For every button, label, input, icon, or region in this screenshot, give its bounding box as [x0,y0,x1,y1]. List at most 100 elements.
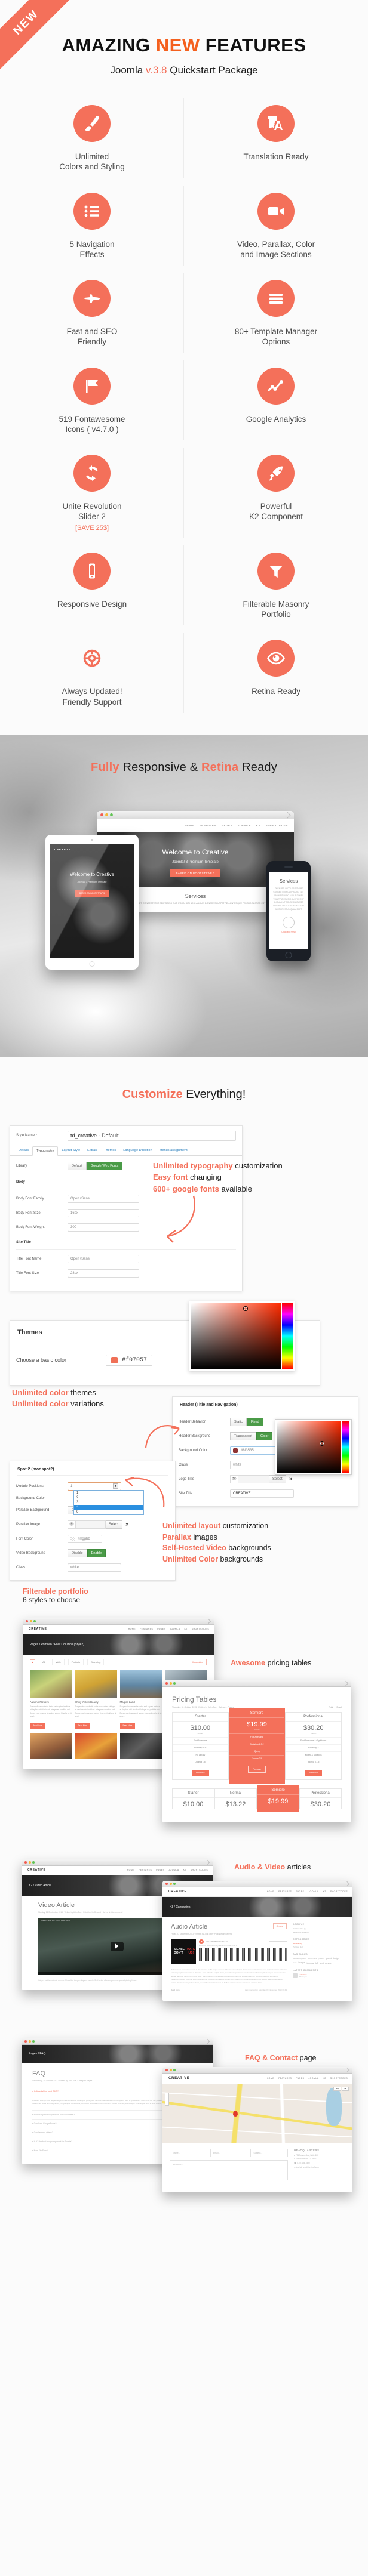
message-field[interactable]: Message... [170,2159,288,2180]
map[interactable]: Map Sat [162,2084,352,2143]
eye-icon[interactable]: 👁 [68,1520,76,1529]
nav-item[interactable]: PAGES [222,824,232,827]
nav-item[interactable]: FEATURES [140,1628,153,1630]
read-more-button[interactable]: Read More [119,1722,136,1729]
header-background-toggle[interactable]: Transparent Color [230,1432,273,1440]
nav-item[interactable]: JOOMLA [170,1628,180,1630]
feature-card[interactable]: Filterable Masonry Portfolio [184,542,368,630]
portfolio-item[interactable]: Magico Land Suspendisse molestie tortor … [119,1669,162,1729]
header-behavior-toggle[interactable]: Static Fixed [230,1417,263,1426]
title-font-size-input[interactable]: 28px [68,1269,139,1278]
nav-item[interactable]: SHORTCODES [330,2077,348,2080]
tab-details[interactable]: Details [15,1146,32,1155]
tag[interactable]: environment [308,1957,317,1960]
map-zoom-controls[interactable] [165,2092,169,2106]
feature-card[interactable]: Unite Revolution Slider 2 [SAVE 25$] [0,444,184,542]
map-type-controls[interactable]: Map Sat [333,2086,349,2091]
tablet-cta-button[interactable]: BASED ON BOOTSTRAP 3 [74,889,110,897]
header-behavior-static[interactable]: Static [230,1417,247,1426]
logo-title-media[interactable]: 👁 Select ✕ [230,1474,296,1483]
eye-icon[interactable]: 👁 [230,1474,238,1483]
home-button-icon[interactable] [285,951,292,958]
nav-item[interactable]: HOME [128,1628,136,1630]
nav-item[interactable]: SHORTCODES [266,824,288,827]
email-action[interactable]: Email [337,1706,342,1708]
tab-layout-style[interactable]: Layout Style [58,1146,84,1155]
sidebar-item[interactable]: September 2013 (6) [293,1931,344,1933]
hue-slider[interactable] [282,1303,293,1369]
tab-themes[interactable]: Themes [100,1146,119,1155]
nav-item[interactable]: JOOMLA [308,2077,318,2080]
filter-web[interactable]: Web [52,1658,65,1665]
subject-field[interactable]: Subject... [250,2148,289,2157]
module-positions-dropdown[interactable]: 1 2 3 4 6 [73,1489,144,1515]
chevron-down-icon[interactable]: ▼ [113,1483,118,1489]
feature-card[interactable]: 519 Fontawesome Icons ( v4.7.0 ) [0,357,184,445]
feature-card[interactable]: Unlimited Colors and Styling [0,94,184,182]
pricing-plan[interactable]: Professional $30.20 [299,1788,342,1809]
font-color-field[interactable]: #rrggbb [68,1534,102,1543]
purchase-button[interactable]: Purchase [247,1765,266,1773]
tag[interactable]: joomla [306,1961,314,1964]
sidebar-item[interactable]: Portfolio (12) [293,1946,344,1948]
nav-item[interactable]: K2 [185,1628,188,1630]
volume-slider[interactable] [269,1941,287,1942]
nav-item[interactable]: JOOMLA [238,824,251,827]
nav-item[interactable]: HOME [127,1869,134,1871]
read-more-link[interactable]: Read More [171,1989,180,1991]
play-button-icon[interactable] [111,1942,124,1951]
library-toggle[interactable]: Default Google Web Fonts [68,1161,123,1170]
pricing-plan-featured[interactable]: Semipro $19.99 /month Font Awesome Boots… [228,1708,286,1784]
pricing-plan[interactable]: Starter $10.00 [172,1788,214,1809]
parallax-select-button[interactable]: Select [106,1520,122,1529]
filter-portfolio[interactable]: Portfolio [68,1658,84,1665]
tag[interactable]: k2 [315,1961,318,1964]
nav-item[interactable]: FEATURES [278,2077,292,2080]
pricing-plan[interactable]: Normal $13.22 [214,1788,257,1809]
nav-item[interactable]: HOME [267,1890,274,1893]
email-field[interactable]: Email... [210,2148,248,2157]
clear-icon[interactable]: ✕ [286,1475,296,1483]
color-picker-popup-2[interactable] [275,1418,352,1475]
clear-icon[interactable]: ✕ [122,1520,132,1529]
nav-item[interactable]: HOME [267,2077,274,2080]
feature-card[interactable]: 5 Navigation Effects [0,182,184,270]
pricing-plan[interactable]: Professional $30.20 /month Font Awesome … [285,1711,342,1780]
option-1[interactable]: 1 [74,1491,143,1495]
feature-card[interactable]: Powerful K2 Component [184,444,368,542]
body-font-family-input[interactable]: Open+Sans [68,1194,139,1203]
tab-menus-assignment[interactable]: Menus assignment [156,1146,191,1155]
tag[interactable]: icons [293,1961,297,1964]
feature-card[interactable]: Responsive Design [0,542,184,630]
video-disable[interactable]: Disable [68,1548,87,1557]
picker-handle[interactable] [244,1306,247,1310]
nav-item[interactable]: K2 [323,2077,326,2080]
nav-item[interactable]: FEATURES [278,1890,292,1893]
tag[interactable]: images [299,1961,305,1964]
purchase-button[interactable]: Purchase [192,1769,209,1776]
nav-item[interactable]: K2 [323,1890,326,1893]
title-font-name-input[interactable]: Open+Sans [68,1254,139,1263]
color-picker-popup[interactable] [189,1300,295,1371]
feature-card[interactable]: Translation Ready [184,94,368,182]
nav-item[interactable]: PAGES [157,1628,165,1630]
nav-item[interactable]: FEATURES [200,824,216,827]
tab-language-direction[interactable]: Language Direction [119,1146,156,1155]
nav-item[interactable]: SHORTCODES [191,1869,208,1871]
tab-typography[interactable]: Typography [32,1146,59,1156]
sidebar-item[interactable]: October 2013 (1) [293,1927,344,1930]
style-name-input[interactable]: td_creative - Default [68,1130,236,1141]
audio-player[interactable]: PLEASE DON'T HATE US! Title: PLEASE DON'T… [171,1939,287,1964]
tab-extras[interactable]: Extras [84,1146,100,1155]
nav-item[interactable]: SHORTCODES [192,1628,209,1630]
hero-cta-button[interactable]: BASED ON BOOTSTRAP 3 [170,869,220,877]
name-field[interactable]: Name... [170,2148,207,2157]
module-positions-select[interactable]: 1 ▼ [68,1482,121,1491]
filter-all[interactable]: All [39,1658,49,1665]
tag[interactable]: web development [293,1957,306,1960]
portfolio-thumb[interactable] [30,1732,72,1759]
feature-card[interactable]: 80+ Template Manager Options [184,269,368,357]
grid-view-icon[interactable]: ■ [30,1659,35,1665]
pricing-plan[interactable]: Starter $10.00 /month Font Awesome Boots… [172,1711,229,1780]
tag[interactable]: graphic design [326,1957,339,1960]
